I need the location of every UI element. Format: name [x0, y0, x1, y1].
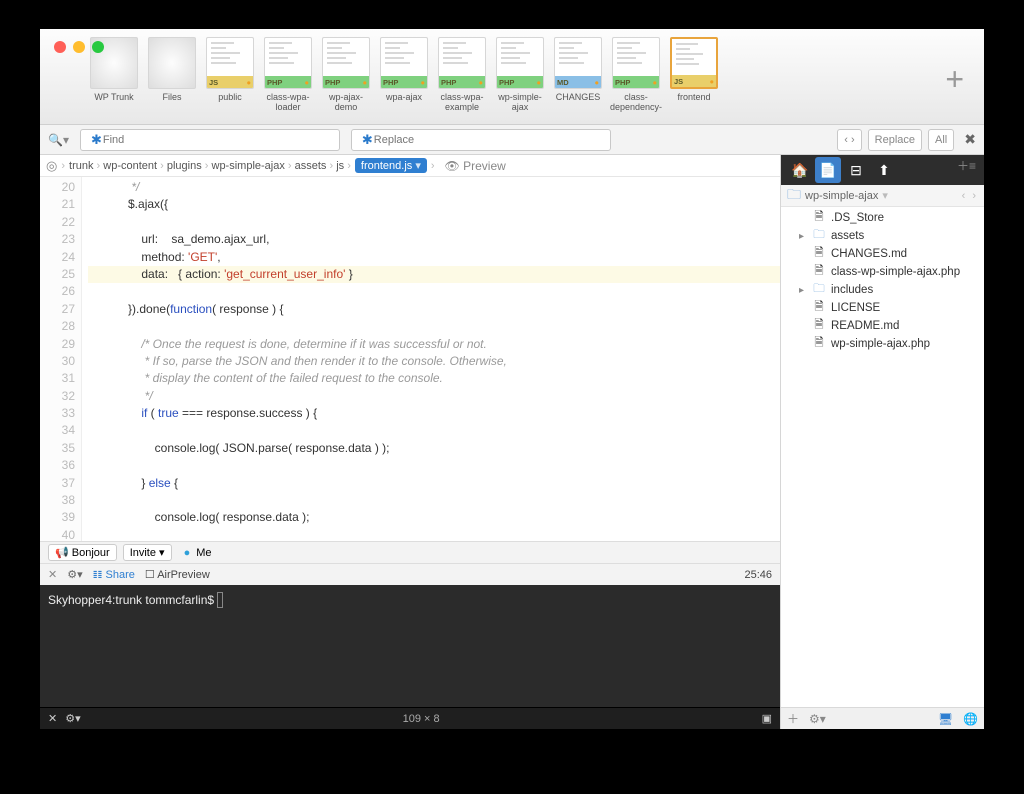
- close-icon[interactable]: [54, 41, 66, 53]
- sidebar-root-name: wp-simple-ajax: [805, 190, 878, 202]
- replace-input[interactable]: [351, 129, 611, 151]
- tab-label: Files: [162, 92, 181, 102]
- document-tabs: WP Trunk Files JS●publicPHP●class-wpa-load…: [40, 29, 984, 125]
- regex-toggle-icon[interactable]: ✱: [91, 132, 102, 148]
- terminal-dimensions: 109 × 8: [403, 713, 440, 725]
- new-file-icon[interactable]: ＋: [787, 710, 799, 727]
- regex-toggle-icon-2[interactable]: ✱: [362, 132, 373, 148]
- terminal-status-bar: ✕ ⚙▾ 109 × 8 ▣: [40, 707, 780, 729]
- files-icon[interactable]: 📄: [815, 157, 841, 183]
- gear-icon[interactable]: ⚙▾: [67, 568, 82, 581]
- find-input[interactable]: [80, 129, 340, 151]
- symbols-icon[interactable]: ◎: [46, 158, 57, 174]
- sidebar: 🏠 📄 ⊟ ⬆ 🗀 wp-simple-ajax ▾ ‹ › 🗎.DS_Stor…: [780, 155, 984, 729]
- breadcrumb-item[interactable]: js: [336, 160, 344, 172]
- bonjour-button[interactable]: 📢 Bonjour: [48, 544, 117, 561]
- line-gutter: 2021222324252627282930313233343536373839…: [40, 177, 82, 541]
- tab-label: class-dependency-: [609, 92, 663, 112]
- sidebar-footer: ＋ ⚙▾ 🖥 🌐: [781, 707, 984, 729]
- file-tree-item[interactable]: 🗎LICENSE: [781, 299, 984, 317]
- tab-label: wp-ajax-demo: [319, 92, 373, 112]
- file-tree-item[interactable]: 🗎class-wp-simple-ajax.php: [781, 263, 984, 281]
- file-tree: 🗎.DS_Store▸🗀assets🗎CHANGES.md🗎class-wp-s…: [781, 207, 984, 707]
- local-view-icon[interactable]: 🖥: [938, 712, 953, 726]
- find-replace-bar: 🔍▾ ✱ ✱ ‹ › Replace All ✖: [40, 125, 984, 155]
- gear-icon[interactable]: ⚙▾: [65, 712, 80, 725]
- tab-class-wpa-example[interactable]: PHP●class-wpa-example: [434, 35, 490, 112]
- code-editor[interactable]: 2021222324252627282930313233343536373839…: [40, 177, 780, 541]
- preview-toggle[interactable]: 👁 Preview: [445, 159, 506, 173]
- invite-button[interactable]: Invite ▾: [123, 544, 172, 561]
- replace-all-button[interactable]: All: [928, 129, 954, 151]
- tab-class-dependency-[interactable]: PHP●class-dependency-: [608, 35, 664, 112]
- tab-label: class-wpa-example: [435, 92, 489, 112]
- breadcrumb-item[interactable]: plugins: [167, 160, 202, 172]
- sidebar-header[interactable]: 🗀 wp-simple-ajax ▾ ‹ ›: [781, 185, 984, 207]
- home-icon[interactable]: 🏠: [787, 157, 813, 183]
- replace-button[interactable]: Replace: [868, 129, 922, 151]
- status-bar: ✕ ⚙▾ 𝌮 Share ☐ AirPreview 25:46: [40, 563, 780, 585]
- terminal[interactable]: Skyhopper4:trunk tommcfarlin$: [40, 585, 780, 707]
- find-nav-buttons[interactable]: ‹ ›: [837, 129, 861, 151]
- share-button[interactable]: 𝌮 Share: [93, 568, 135, 581]
- tab-label: class-wpa-loader: [261, 92, 315, 112]
- window-traffic-lights: [54, 41, 104, 53]
- scm-icon[interactable]: ⊟: [843, 157, 869, 183]
- minimize-icon[interactable]: [73, 41, 85, 53]
- close-findbar-icon[interactable]: ✖: [964, 131, 976, 148]
- breadcrumb-bar: ◎ › trunk › wp-content › plugins › wp-si…: [40, 155, 780, 177]
- gear-icon[interactable]: ⚙▾: [809, 712, 826, 726]
- tab-label: public: [218, 92, 242, 102]
- tab-wp-ajax-demo[interactable]: PHP●wp-ajax-demo: [318, 35, 374, 112]
- collab-bar: 📢 Bonjour Invite ▾ ● Me: [40, 541, 780, 563]
- file-tree-item[interactable]: ▸🗀includes: [781, 281, 984, 299]
- breadcrumb-current-file[interactable]: frontend.js ▾: [355, 158, 427, 173]
- folder-icon: 🗀: [787, 184, 801, 208]
- code-area[interactable]: */ $.ajax({ url: sa_demo.ajax_url, metho…: [82, 177, 780, 541]
- expand-terminal-icon[interactable]: ▣: [762, 712, 772, 725]
- new-tab-button[interactable]: +: [945, 61, 964, 98]
- remote-view-icon[interactable]: 🌐: [963, 712, 978, 726]
- tab-wpa-ajax[interactable]: PHP●wpa-ajax: [376, 35, 432, 102]
- tab-label: frontend: [677, 92, 710, 102]
- sidebar-nav-arrows[interactable]: ‹ ›: [962, 190, 978, 202]
- editor-window: WP Trunk Files JS●publicPHP●class-wpa-load…: [40, 29, 984, 729]
- file-tree-item[interactable]: 🗎CHANGES.md: [781, 245, 984, 263]
- tab-wp-simple-ajax[interactable]: PHP●wp-simple-ajax: [492, 35, 548, 112]
- breadcrumb-item[interactable]: wp-simple-ajax: [212, 160, 285, 172]
- terminal-prompt: Skyhopper4:trunk tommcfarlin$: [48, 593, 217, 607]
- airpreview-toggle[interactable]: ☐ AirPreview: [145, 568, 210, 581]
- tab-label: WP Trunk: [94, 92, 133, 102]
- maximize-icon[interactable]: [92, 41, 104, 53]
- tab-class-wpa-loader[interactable]: PHP●class-wpa-loader: [260, 35, 316, 112]
- file-tree-item[interactable]: 🗎wp-simple-ajax.php: [781, 335, 984, 353]
- breadcrumb-item[interactable]: assets: [295, 160, 327, 172]
- tab-frontend[interactable]: JS●frontend: [666, 35, 722, 102]
- search-icon[interactable]: 🔍▾: [48, 133, 69, 147]
- publish-icon[interactable]: ⬆: [871, 157, 897, 183]
- breadcrumb-item[interactable]: trunk: [69, 160, 93, 172]
- timer: 25:46: [744, 569, 772, 581]
- tab-label: wp-simple-ajax: [493, 92, 547, 112]
- tab-changes[interactable]: MD●CHANGES: [550, 35, 606, 102]
- me-label: Me: [196, 547, 211, 559]
- file-tree-item[interactable]: ▸🗀assets: [781, 227, 984, 245]
- tab-label: CHANGES: [556, 92, 601, 102]
- tab-public[interactable]: JS●public: [202, 35, 258, 102]
- breadcrumb-item[interactable]: wp-content: [103, 160, 157, 172]
- close-terminal-icon[interactable]: ✕: [48, 712, 57, 725]
- close-panel-icon[interactable]: ✕: [48, 568, 57, 581]
- sidebar-mode-switcher: 🏠 📄 ⊟ ⬆: [781, 155, 984, 185]
- tab-label: wpa-ajax: [386, 92, 422, 102]
- tab-files[interactable]: Files: [144, 35, 200, 102]
- file-tree-item[interactable]: 🗎.DS_Store: [781, 209, 984, 227]
- file-tree-item[interactable]: 🗎README.md: [781, 317, 984, 335]
